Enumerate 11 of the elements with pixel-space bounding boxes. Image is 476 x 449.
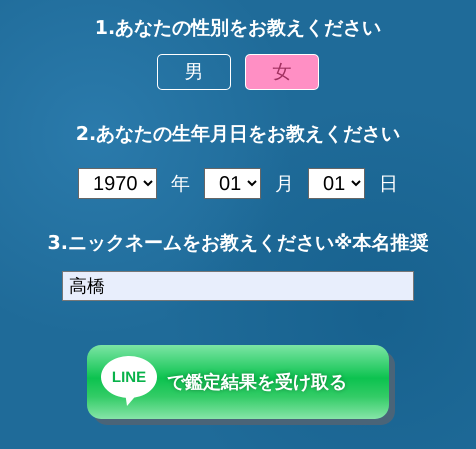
date-select[interactable]: 1970 — [78, 168, 157, 199]
date-unit: 日 — [379, 172, 398, 196]
nickname-field[interactable]: 高橋 — [62, 271, 414, 301]
date-unit: 月 — [275, 172, 294, 196]
question-title: 1.あなたの性別をお教えください — [94, 16, 382, 41]
date-select[interactable]: 01 — [204, 168, 261, 199]
date-unit: 年 — [171, 172, 190, 196]
gender-option[interactable]: 男 — [157, 54, 231, 90]
date-select[interactable]: 01 — [308, 168, 365, 199]
question-title: 2.あなたの生年月日をお教えください — [76, 122, 400, 147]
question-title: 3.ニックネームをお教えください※本名推奨 — [48, 231, 428, 256]
